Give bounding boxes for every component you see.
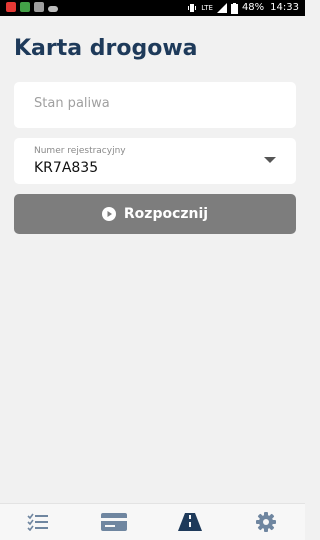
signal-icon xyxy=(216,3,227,13)
page-title: Karta drogowa xyxy=(14,36,198,61)
image-notification-icon xyxy=(34,2,44,12)
gear-icon xyxy=(256,512,276,532)
notification-icons xyxy=(6,2,58,12)
checklist-icon xyxy=(27,513,48,531)
photos-notification-icon xyxy=(20,2,30,12)
app-notification-icon xyxy=(6,2,16,12)
status-bar: LTE 48% 14:33 xyxy=(0,0,305,16)
cloud-notification-icon xyxy=(48,6,58,12)
clock: 14:33 xyxy=(270,2,299,13)
nav-settings[interactable] xyxy=(228,504,304,540)
road-icon xyxy=(178,513,202,531)
battery-level: 48% xyxy=(241,2,265,13)
nav-road[interactable] xyxy=(152,504,228,540)
card-icon xyxy=(101,513,127,531)
play-circle-icon xyxy=(101,207,116,221)
network-type: LTE xyxy=(201,4,213,12)
bottom-navigation xyxy=(0,503,305,540)
status-icons: LTE 48% 14:33 xyxy=(187,1,299,15)
start-button-label: Rozpocznij xyxy=(123,206,209,222)
nav-tasks[interactable] xyxy=(0,504,76,540)
registration-value: KR7A835 xyxy=(34,160,99,176)
registration-select[interactable]: Numer rejestracyjny KR7A835 xyxy=(14,138,296,184)
fuel-field-card[interactable] xyxy=(14,82,296,128)
start-button[interactable]: Rozpocznij xyxy=(14,194,296,234)
dropdown-arrow-icon[interactable] xyxy=(264,157,276,163)
registration-label: Numer rejestracyjny xyxy=(34,146,126,156)
battery-icon xyxy=(230,2,238,14)
fuel-level-input[interactable] xyxy=(34,96,274,111)
vibrate-icon xyxy=(188,4,197,12)
nav-card[interactable] xyxy=(76,504,152,540)
